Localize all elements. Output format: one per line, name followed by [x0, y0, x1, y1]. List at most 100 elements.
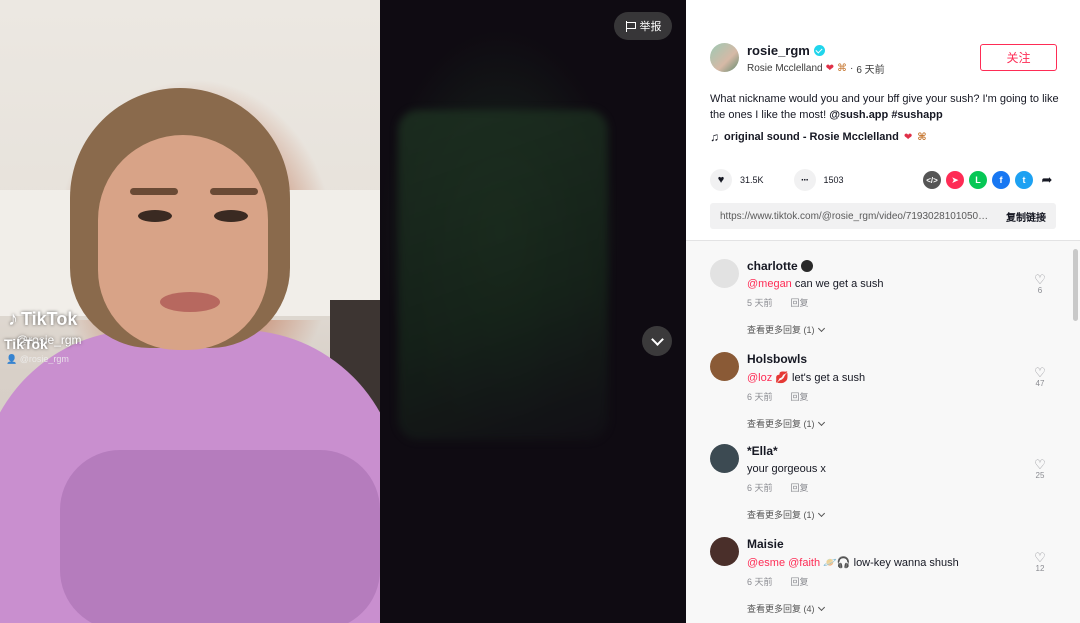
- share-more-arrow-icon[interactable]: ➦: [1038, 171, 1056, 189]
- person-lips: [160, 292, 220, 312]
- comment-text: low-key wanna shush: [850, 557, 959, 569]
- line-share-icon[interactable]: L: [969, 171, 987, 189]
- comment-mention[interactable]: @loz: [747, 372, 772, 384]
- chevron-down-icon: [650, 332, 664, 346]
- comment-time: 6 天前: [747, 392, 773, 402]
- heart-outline-icon: ♡: [1034, 457, 1046, 472]
- headphones-emoji-icon: 🎧: [836, 557, 851, 569]
- view-more-replies[interactable]: 查看更多回复 (1): [747, 323, 1027, 336]
- commenter-name[interactable]: Holsbowls: [747, 352, 807, 366]
- post-caption: What nickname would you and your bff giv…: [710, 91, 1060, 123]
- comment-icon[interactable]: ···: [793, 169, 816, 191]
- heart-outline-icon: ♡: [1034, 272, 1046, 287]
- view-more-replies[interactable]: 查看更多回复 (1): [747, 417, 1027, 430]
- comment-like-count: 12: [1035, 564, 1045, 573]
- emoji-icon: [800, 260, 813, 272]
- report-label: 举报: [639, 21, 662, 33]
- person-eye: [214, 210, 248, 222]
- person-brow: [130, 188, 178, 195]
- commenter-name[interactable]: *Ella*: [747, 444, 778, 458]
- comment-time: 5 天前: [747, 298, 773, 308]
- report-button[interactable]: 举报: [614, 12, 672, 40]
- comments-scrollbar[interactable]: [1073, 249, 1078, 321]
- comment-like-count: 25: [1035, 471, 1045, 480]
- comment-text: let's get a sush: [789, 372, 866, 384]
- author-username[interactable]: rosie_rgm: [747, 43, 810, 58]
- comment-like[interactable]: ♡ 25: [1028, 458, 1052, 480]
- butterfly-emoji-icon: ⌘: [917, 131, 927, 143]
- chevron-down-icon: [817, 418, 825, 426]
- music-note-icon: ♫: [710, 130, 719, 144]
- caption-mention-link[interactable]: @sush.app: [829, 109, 888, 121]
- comment-like-count: 47: [1035, 379, 1045, 388]
- author-display-name: Rosie Mcclelland: [747, 63, 823, 74]
- author-avatar[interactable]: [710, 43, 739, 72]
- watermark-brand-secondary: TikTok: [4, 336, 48, 352]
- reply-button[interactable]: 回复: [791, 481, 809, 494]
- chevron-down-icon: [817, 509, 825, 517]
- tiktok-logo-icon: ♪: [8, 308, 18, 330]
- butterfly-emoji-icon: ⌘: [836, 63, 847, 74]
- commenter-avatar[interactable]: [710, 444, 739, 473]
- facebook-share-icon[interactable]: f: [992, 171, 1010, 189]
- embed-icon[interactable]: </>: [923, 171, 941, 189]
- video-details-panel: rosie_rgm Rosie Mcclelland ❤ ⌘ · 6 天前 关注…: [686, 0, 1080, 623]
- planet-emoji-icon: 🪐: [823, 557, 837, 569]
- view-more-replies[interactable]: 查看更多回复 (1): [747, 508, 1027, 521]
- chevron-down-icon: [817, 324, 825, 332]
- video-link-text[interactable]: https://www.tiktok.com/@rosie_rgm/video/…: [720, 211, 990, 222]
- author-info[interactable]: rosie_rgm Rosie Mcclelland ❤ ⌘ · 6 天前: [710, 43, 885, 76]
- red-heart-emoji-icon: ❤: [903, 131, 913, 143]
- comment-like-count: 6: [1037, 286, 1043, 295]
- comment-like[interactable]: ♡ 12: [1028, 551, 1052, 573]
- comment-like[interactable]: ♡ 6: [1028, 273, 1052, 295]
- person-sweater-shade: [60, 450, 380, 623]
- watermark-handle-secondary: 👤 @rosie_rgm: [6, 354, 69, 364]
- sound-title: original sound - Rosie Mcclelland: [724, 131, 899, 143]
- watermark-brand: TikTok: [21, 309, 78, 329]
- commenter-avatar[interactable]: [710, 537, 739, 566]
- commenter-name[interactable]: Maisie: [747, 537, 784, 551]
- view-more-replies[interactable]: 查看更多回复 (4): [747, 602, 1027, 615]
- person-eye: [138, 210, 172, 222]
- lips-emoji-icon: 💋: [775, 372, 789, 384]
- red-heart-emoji-icon: ❤: [825, 63, 834, 74]
- commenter-name[interactable]: charlotte: [747, 259, 798, 273]
- send-to-friends-icon[interactable]: ➤: [946, 171, 964, 189]
- caption-hashtag-link[interactable]: #sushapp: [891, 109, 942, 121]
- person-brow: [210, 188, 258, 195]
- commenter-avatar[interactable]: [710, 352, 739, 381]
- separator-dot: ·: [849, 63, 854, 74]
- comment-mention[interactable]: @megan: [747, 278, 792, 290]
- comment-like[interactable]: ♡ 47: [1028, 366, 1052, 388]
- comment-text: your gorgeous x: [747, 463, 826, 475]
- follow-button[interactable]: 关注: [980, 44, 1057, 71]
- heart-outline-icon: ♡: [1034, 365, 1046, 380]
- video-player[interactable]: ♪ TikTok @rosie_rgm TikTok 👤 @rosie_rgm 举…: [0, 0, 686, 623]
- like-count: 31.5K: [740, 175, 764, 185]
- comment-count: 1503: [823, 175, 844, 185]
- video-frame[interactable]: ♪ TikTok @rosie_rgm TikTok 👤 @rosie_rgm: [0, 0, 380, 623]
- commenter-avatar[interactable]: [710, 259, 739, 288]
- reply-button[interactable]: 回复: [791, 575, 809, 588]
- share-bar: </> ➤ L f t ➦: [923, 171, 1056, 189]
- twitter-share-icon[interactable]: t: [1015, 171, 1033, 189]
- comment-mention[interactable]: @esme @faith: [747, 557, 820, 569]
- person-face: [98, 135, 268, 350]
- next-video-button[interactable]: [642, 326, 672, 356]
- comment-text: can we get a sush: [791, 278, 884, 290]
- reply-button[interactable]: 回复: [791, 390, 809, 403]
- chevron-down-icon: [817, 603, 825, 611]
- post-time: 6 天前: [856, 65, 885, 76]
- reply-button[interactable]: 回复: [791, 296, 809, 309]
- copy-link-button[interactable]: 复制链接: [1006, 209, 1046, 224]
- heart-outline-icon: ♡: [1034, 550, 1046, 565]
- engagement-stats: ♥ 31.5K ··· 1503: [710, 169, 844, 191]
- sound-link[interactable]: ♫ original sound - Rosie Mcclelland ❤ ⌘: [710, 130, 926, 144]
- comment-list: charlotte @megan can we get a sush 5 天前回…: [686, 241, 1080, 623]
- comment-time: 6 天前: [747, 483, 773, 493]
- video-link-box: https://www.tiktok.com/@rosie_rgm/video/…: [710, 203, 1056, 229]
- video-blurred-card: [398, 110, 608, 440]
- comment-time: 6 天前: [747, 577, 773, 587]
- like-heart-icon[interactable]: ♥: [710, 169, 732, 191]
